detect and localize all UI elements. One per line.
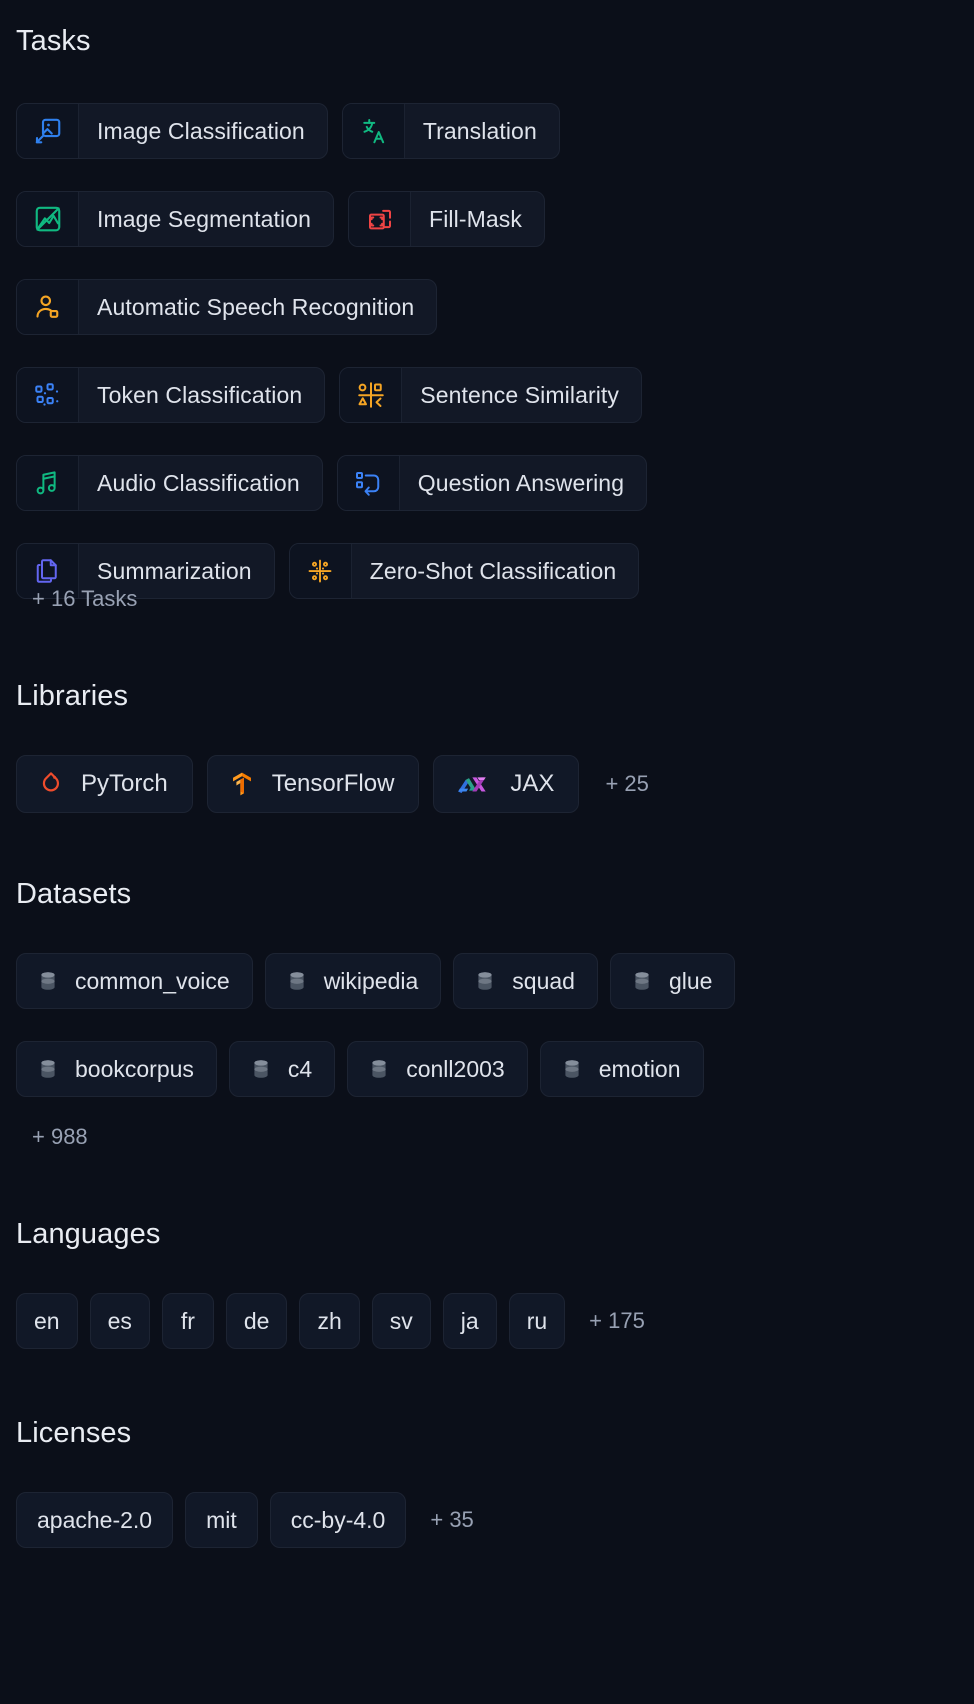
- database-icon: [559, 1056, 585, 1082]
- languages-pill-list: en es fr de zh sv ja ru + 175: [16, 1293, 956, 1349]
- library-pill-label: TensorFlow: [271, 770, 395, 797]
- task-pill-label: Zero-Shot Classification: [369, 557, 617, 584]
- language-pill[interactable]: ru: [508, 1293, 566, 1349]
- language-pill[interactable]: es: [89, 1293, 150, 1349]
- license-pill[interactable]: apache-2.0: [16, 1492, 174, 1548]
- task-pill[interactable]: Question Answering: [336, 455, 648, 511]
- tasks-row: Image Classification Translation: [16, 103, 956, 175]
- datasets-row: bookcorpus c4 conll2003 emotion: [16, 1041, 966, 1113]
- task-pill-label: Question Answering: [417, 469, 625, 496]
- database-icon: [35, 1056, 61, 1082]
- task-pill-label: Automatic Speech Recognition: [97, 293, 415, 320]
- fill-mask-icon: [349, 192, 412, 246]
- dataset-pill-label: bookcorpus: [75, 1055, 194, 1082]
- task-pill[interactable]: Token Classification: [16, 367, 326, 423]
- audio-classification-icon: [17, 456, 79, 510]
- dataset-pill-label: c4: [287, 1055, 313, 1082]
- dataset-pill[interactable]: c4: [228, 1041, 336, 1097]
- translation-icon: [342, 104, 405, 158]
- language-pill[interactable]: de: [225, 1293, 288, 1349]
- license-pill[interactable]: mit: [185, 1492, 258, 1548]
- task-pill[interactable]: Sentence Similarity: [339, 367, 643, 423]
- task-pill[interactable]: Audio Classification: [16, 455, 323, 511]
- dataset-pill-label: emotion: [598, 1055, 681, 1082]
- datasets-row: common_voice wikipedia squad glue: [16, 953, 966, 1025]
- tasks-pill-list: Image Classification Translation Image Seg…: [16, 103, 956, 631]
- licenses-more-link[interactable]: + 35: [430, 1507, 473, 1533]
- tasks-row: Image Segmentation Fill-Mask: [16, 191, 956, 263]
- section-title-languages: Languages: [16, 1218, 161, 1250]
- dataset-pill-label: squad: [512, 967, 575, 994]
- task-pill-label: Fill-Mask: [429, 205, 522, 232]
- language-pill[interactable]: zh: [299, 1293, 360, 1349]
- dataset-pill-label: wikipedia: [323, 967, 419, 994]
- database-icon: [629, 968, 655, 994]
- dataset-pill-label: common_voice: [75, 967, 230, 994]
- language-pill[interactable]: ja: [442, 1293, 497, 1349]
- task-pill-label: Image Classification: [97, 117, 305, 144]
- task-pill-label: Image Segmentation: [97, 205, 312, 232]
- license-pill[interactable]: cc-by-4.0: [269, 1492, 407, 1548]
- task-pill[interactable]: Automatic Speech Recognition: [16, 279, 438, 335]
- sentence-similarity-icon: [340, 368, 403, 422]
- dataset-pill[interactable]: glue: [609, 953, 736, 1009]
- task-pill-label: Token Classification: [97, 381, 303, 408]
- languages-more-link[interactable]: + 175: [589, 1308, 645, 1334]
- token-classification-icon: [17, 368, 79, 422]
- dataset-pill[interactable]: common_voice: [16, 953, 253, 1009]
- dataset-pill-label: glue: [668, 967, 713, 994]
- language-pill[interactable]: en: [16, 1293, 78, 1349]
- libraries-more-link[interactable]: + 25: [605, 771, 648, 797]
- library-pill[interactable]: TensorFlow: [206, 755, 420, 813]
- task-pill[interactable]: Image Segmentation: [16, 191, 335, 247]
- database-icon: [35, 968, 61, 994]
- library-pill[interactable]: PyTorch: [16, 755, 193, 813]
- libraries-pill-list: PyTorch TensorFlow JAX + 25: [16, 755, 956, 813]
- jax-logo: [454, 770, 494, 798]
- dataset-pill[interactable]: squad: [453, 953, 598, 1009]
- dataset-pill[interactable]: bookcorpus: [16, 1041, 217, 1097]
- tasks-more-link[interactable]: + 16 Tasks: [32, 586, 137, 612]
- library-pill[interactable]: JAX: [433, 755, 580, 813]
- task-pill[interactable]: Translation: [341, 103, 560, 159]
- image-segmentation-icon: [17, 192, 79, 246]
- tasks-row: Automatic Speech Recognition: [16, 279, 956, 351]
- task-pill-label: Sentence Similarity: [420, 381, 620, 408]
- library-pill-label: JAX: [510, 770, 555, 797]
- datasets-more-link[interactable]: + 988: [32, 1124, 88, 1150]
- task-pill[interactable]: Fill-Mask: [348, 191, 545, 247]
- pytorch-logo: [37, 770, 65, 798]
- dataset-pill-label: conll2003: [406, 1055, 505, 1082]
- dataset-pill[interactable]: wikipedia: [264, 953, 442, 1009]
- question-answering-icon: [337, 456, 400, 510]
- task-pill[interactable]: Image Classification: [16, 103, 328, 159]
- datasets-pill-list: common_voice wikipedia squad glue bookcorpus…: [16, 953, 966, 1129]
- tasks-row: Summarization Zero-Shot Classification: [16, 543, 956, 615]
- database-icon: [248, 1056, 274, 1082]
- database-icon: [284, 968, 310, 994]
- database-icon: [366, 1056, 392, 1082]
- speech-recognition-icon: [17, 280, 79, 334]
- zero-shot-classification-icon: [289, 544, 352, 598]
- image-classification-icon: [17, 104, 79, 158]
- tasks-row: Token Classification Sentence Similarity: [16, 367, 956, 439]
- section-title-licenses: Licenses: [16, 1417, 132, 1449]
- section-title-tasks: Tasks: [16, 25, 91, 57]
- tasks-row: Audio Classification Question Answering: [16, 455, 956, 527]
- licenses-pill-list: apache-2.0 mit cc-by-4.0 + 35: [16, 1492, 956, 1548]
- filter-sidebar: Tasks Image Classification Translation Ima…: [0, 0, 974, 1704]
- task-pill-label: Audio Classification: [97, 469, 300, 496]
- language-pill[interactable]: sv: [371, 1293, 431, 1349]
- task-pill-label: Translation: [422, 117, 537, 144]
- language-pill[interactable]: fr: [161, 1293, 214, 1349]
- section-title-datasets: Datasets: [16, 878, 132, 910]
- task-pill[interactable]: Zero-Shot Classification: [288, 543, 640, 599]
- section-title-libraries: Libraries: [16, 680, 129, 712]
- dataset-pill[interactable]: emotion: [539, 1041, 704, 1097]
- library-pill-label: PyTorch: [81, 770, 168, 797]
- dataset-pill[interactable]: conll2003: [347, 1041, 528, 1097]
- tensorflow-logo: [228, 770, 256, 798]
- database-icon: [472, 968, 498, 994]
